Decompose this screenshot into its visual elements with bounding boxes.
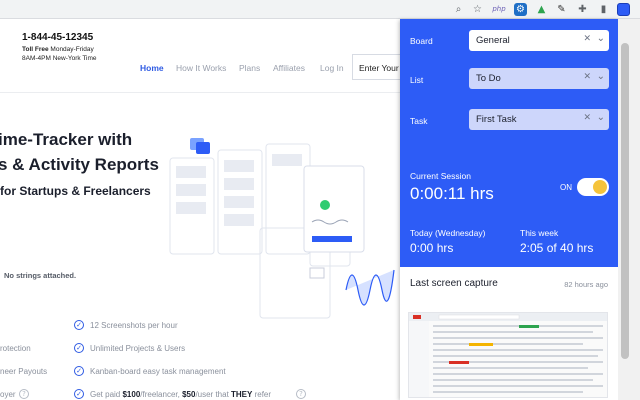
tracker-popup: Board General ✕ ⌄ List To Do ✕ ⌄ Task Fi… [400, 19, 618, 400]
extension-icon[interactable]: ✎ [555, 3, 568, 16]
browser-toolbar: ⌕ ☆ php ⚙ ▲ ✎ ✚ ▮ [0, 0, 640, 19]
today-total: 0:00 hrs [410, 241, 454, 255]
chevron-down-icon[interactable]: ⌄ [597, 112, 605, 123]
star-icon[interactable]: ☆ [471, 3, 484, 16]
task-select[interactable]: First Task ✕ ⌄ [469, 109, 609, 130]
nav-log-in[interactable]: Log In [320, 63, 344, 73]
list-label: List [410, 75, 424, 85]
info-icon: ? [296, 389, 306, 399]
check-icon: ✓ [74, 320, 84, 330]
board-label: Board [410, 36, 433, 46]
week-total: 2:05 of 40 hrs [520, 241, 594, 255]
week-label: This week [520, 228, 559, 238]
check-icon: ✓ [74, 366, 84, 376]
hero-title-line2: s & Activity Reports [0, 155, 159, 174]
extension-icon[interactable]: ▲ [535, 3, 548, 16]
page-scrollbar[interactable] [618, 19, 640, 400]
tracking-toggle[interactable] [577, 178, 609, 196]
nav-how-it-works[interactable]: How It Works [176, 63, 226, 73]
business-hours: 8AM-4PM New-York Time [22, 55, 97, 62]
nav-affiliates[interactable]: Affiliates [273, 63, 305, 73]
feature-referral: Get paid $100/freelancer, $50/user that … [90, 390, 272, 399]
check-icon: ✓ [74, 389, 84, 399]
php-extension-icon[interactable]: php [490, 3, 508, 16]
zoom-icon[interactable]: ⌕ [452, 3, 465, 16]
today-label: Today (Wednesday) [410, 228, 486, 238]
toggle-knob [593, 180, 607, 194]
chevron-down-icon[interactable]: ⌄ [597, 71, 605, 82]
last-capture-time: 82 hours ago [564, 280, 608, 289]
feature-left-employer: oyer [0, 390, 16, 399]
nav-plans[interactable]: Plans [239, 63, 260, 73]
last-capture-label: Last screen capture [410, 278, 498, 289]
extension-icon[interactable]: ▮ [597, 3, 610, 16]
capture-preview [409, 313, 607, 397]
no-strings-text: No strings attached. [4, 271, 77, 280]
feature-left-protection: rotection [0, 344, 31, 353]
scrollbar-thumb[interactable] [621, 43, 629, 359]
board-select[interactable]: General ✕ ⌄ [469, 30, 609, 51]
toggle-state-label: ON [560, 183, 572, 192]
check-icon: ✓ [74, 343, 84, 353]
feature-kanban: Kanban-board easy task management [90, 367, 226, 376]
task-label: Task [410, 116, 428, 126]
feature-left-payouts: neer Payouts [0, 367, 48, 376]
chevron-down-icon[interactable]: ⌄ [597, 33, 605, 44]
clear-icon[interactable]: ✕ [583, 34, 591, 44]
popup-controls-panel: Board General ✕ ⌄ List To Do ✕ ⌄ Task Fi… [400, 19, 618, 267]
clear-icon[interactable]: ✕ [583, 72, 591, 82]
tracker-extension-icon[interactable] [617, 3, 630, 16]
current-session-time: 0:00:11 hrs [410, 184, 494, 203]
hero-title-line1: ime-Tracker with [0, 130, 133, 149]
dashboard-illustration [169, 138, 395, 319]
clear-icon[interactable]: ✕ [583, 113, 591, 123]
feature-projects: Unlimited Projects & Users [90, 344, 186, 353]
address-bar[interactable] [0, 2, 468, 17]
extension-icon[interactable]: ⚙ [514, 3, 527, 16]
puzzle-icon[interactable]: ✚ [576, 3, 589, 16]
phone-number[interactable]: 1-844-45-12345 [22, 32, 93, 43]
feature-screenshots: 12 Screenshots per hour [90, 321, 178, 330]
current-session-label: Current Session [410, 171, 471, 181]
screen-capture-thumbnail[interactable] [408, 312, 608, 398]
info-icon: ? [19, 389, 29, 399]
toll-free-line: Toll Free Monday-Friday [22, 46, 94, 53]
list-select[interactable]: To Do ✕ ⌄ [469, 68, 609, 89]
hero-subtitle: for Startups & Freelancers [0, 184, 151, 198]
nav-home[interactable]: Home [140, 63, 164, 73]
